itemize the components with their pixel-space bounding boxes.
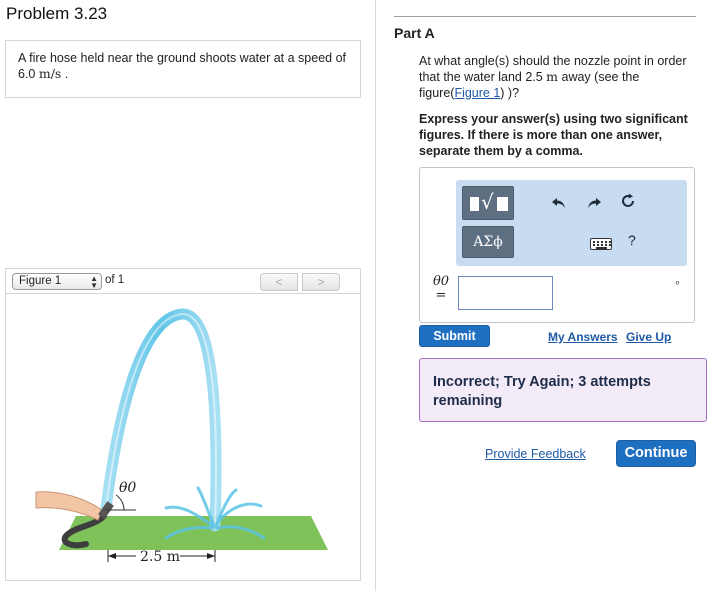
math-toolbar: √ ΑΣϕ ? [456, 180, 687, 266]
problem-title: Problem 3.23 [6, 4, 108, 23]
theta-zero-label: θ0 [432, 274, 450, 289]
help-button[interactable]: ? [628, 232, 636, 248]
select-arrows-icon: ▲ ▼ [90, 274, 98, 290]
feedback-message: Incorrect; Try Again; 3 attempts remaini… [419, 358, 707, 422]
angle-label: θ0 [119, 480, 136, 496]
submit-button[interactable]: Submit [419, 325, 490, 347]
figure-count: of 1 [105, 274, 125, 286]
problem-column: Problem 3.23 A fire hose held near the g… [0, 0, 376, 591]
problem-statement-end: . [61, 67, 69, 81]
distance-unit: m [546, 69, 559, 84]
distance-label: 2.5 m [140, 549, 180, 565]
figure-panel: θ0 2.5 m [5, 294, 361, 581]
template-square-icon [470, 197, 479, 211]
figure-select[interactable]: Figure 1 ▲ ▼ [12, 273, 102, 290]
greek-symbols-button[interactable]: ΑΣϕ [462, 226, 514, 258]
question-suffix: ) )? [500, 86, 520, 100]
answer-instructions: Express your answer(s) using two signifi… [419, 112, 688, 158]
answer-variable-label: θ0 = [430, 275, 452, 303]
question-text: At what angle(s) should the nozzle point… [419, 53, 699, 101]
next-figure-button[interactable]: > [302, 273, 340, 291]
templates-button[interactable]: √ [462, 186, 514, 220]
degree-unit: ∘ [674, 277, 681, 289]
equals-sign: = [435, 288, 447, 303]
continue-button[interactable]: Continue [616, 440, 696, 467]
part-divider [394, 16, 696, 17]
answer-column: Part A At what angle(s) should the nozzl… [376, 0, 721, 591]
problem-statement: A fire hose held near the ground shoots … [5, 40, 361, 98]
template-box-icon [497, 197, 508, 211]
answer-panel: √ ΑΣϕ ? θ0 = ∘ [419, 167, 695, 323]
previous-figure-button[interactable]: < [260, 273, 298, 291]
keyboard-icon[interactable] [590, 238, 612, 250]
provide-feedback-link[interactable]: Provide Feedback [485, 447, 586, 461]
figure-select-value: Figure 1 [19, 275, 62, 287]
figure-link[interactable]: Figure 1 [454, 86, 500, 100]
my-answers-link[interactable]: My Answers [548, 330, 618, 344]
figure-navigation: Figure 1 ▲ ▼ of 1 < > [5, 268, 361, 294]
part-label: Part A [394, 25, 435, 41]
reset-icon[interactable] [617, 193, 639, 215]
arm [35, 491, 103, 521]
give-up-link[interactable]: Give Up [626, 330, 671, 344]
fire-hose-figure: θ0 2.5 m [35, 308, 328, 565]
angle-arc [115, 494, 125, 511]
answer-input[interactable] [458, 276, 553, 310]
redo-icon[interactable] [583, 193, 605, 215]
undo-icon[interactable] [548, 193, 570, 215]
speed-unit: m/s [38, 66, 62, 81]
template-sqrt-icon: √ [481, 190, 494, 214]
